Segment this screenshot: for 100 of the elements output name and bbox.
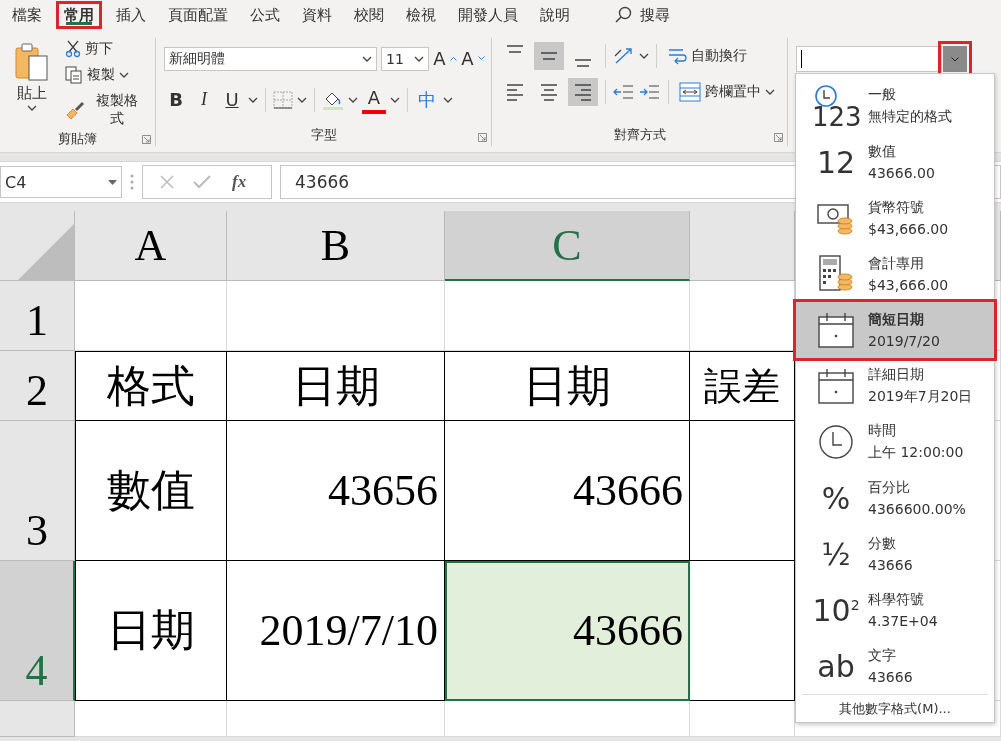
caret-icon: [362, 55, 372, 62]
group-label: 字型: [310, 126, 337, 144]
underline-button[interactable]: U: [220, 87, 244, 112]
bottom-align-icon: [574, 59, 592, 67]
orientation-icon[interactable]: [613, 46, 635, 66]
phonetic-guide-button[interactable]: 中: [415, 85, 439, 114]
caret-down-icon: [108, 179, 117, 185]
column-header[interactable]: B: [227, 211, 445, 281]
ribbon-tab[interactable]: 頁面配置: [160, 1, 236, 29]
calendar-icon: [818, 368, 854, 404]
caret-icon: [765, 89, 775, 95]
caret-icon: [414, 55, 424, 62]
row-header[interactable]: 3: [0, 421, 75, 561]
format-painter-button[interactable]: 複製格式: [62, 90, 147, 130]
table-cell: 格式: [75, 351, 227, 421]
align-button[interactable]: [534, 42, 564, 70]
dialog-launcher-icon[interactable]: [142, 135, 151, 144]
left-align-icon: [506, 83, 524, 101]
column-header[interactable]: C: [445, 211, 690, 281]
insert-function-button[interactable]: fx: [229, 170, 250, 194]
menu-item[interactable]: 詳細日期 2019年7月20日: [796, 358, 994, 414]
table-cell: 43666: [445, 561, 690, 701]
chevron-icon: [951, 56, 959, 62]
ribbon-tab[interactable]: 常用: [56, 1, 102, 29]
center-align-icon: [540, 83, 558, 101]
bold-button[interactable]: B: [164, 87, 188, 112]
calendar-icon: [818, 312, 854, 348]
calculator-coins-icon: [817, 255, 855, 293]
table-cell: 日期: [445, 351, 690, 421]
top-align-icon: [506, 45, 524, 53]
decrease-indent-icon[interactable]: [613, 83, 635, 101]
number-format-icon: 123: [812, 102, 862, 132]
caret-icon[interactable]: [639, 53, 649, 59]
merge-cells-icon: [679, 82, 701, 102]
ribbon-tab[interactable]: 資料: [294, 1, 340, 29]
number-format-icon: ½: [821, 536, 851, 572]
menu-item[interactable]: 簡短日期 2019/7/20: [796, 302, 994, 358]
caret-icon[interactable]: [390, 96, 400, 103]
clipboard-icon: [14, 42, 50, 82]
grow-font-button[interactable]: A: [433, 46, 457, 71]
row-header[interactable]: 1: [0, 281, 75, 351]
wrap-icon: [667, 47, 687, 65]
ribbon-tab[interactable]: 檔案: [4, 1, 50, 29]
search-label[interactable]: 搜尋: [640, 5, 670, 25]
row-header[interactable]: 2: [0, 351, 75, 421]
number-format-icon: ab: [817, 648, 855, 684]
menu-item[interactable]: 123 一般 無特定的格式: [796, 78, 994, 134]
more-formats-link[interactable]: 其他數字格式(M)...: [802, 694, 988, 722]
cut-button[interactable]: 剪下: [62, 38, 147, 60]
shrink-font-button[interactable]: A: [461, 46, 485, 71]
caret-icon[interactable]: [443, 96, 453, 103]
name-box[interactable]: C4: [0, 166, 122, 198]
menu-item[interactable]: 時間 上午 12:00:00: [796, 414, 994, 470]
number-format-field[interactable]: [796, 46, 942, 72]
clock-icon: [818, 424, 854, 460]
increase-indent-icon[interactable]: [639, 83, 661, 101]
caret-icon: [27, 105, 37, 111]
right-align-icon: [574, 83, 592, 101]
caret-up-icon: [449, 56, 457, 61]
menu-item[interactable]: % 百分比 4366600.00%: [796, 470, 994, 526]
caret-icon[interactable]: [348, 96, 358, 103]
font-size-field[interactable]: 11: [381, 46, 429, 71]
font-color-button[interactable]: A: [362, 85, 386, 114]
table-cell: 43656: [227, 421, 445, 561]
number-format-icon: %: [821, 480, 851, 516]
ribbon-tab[interactable]: 公式: [242, 1, 288, 29]
align-button[interactable]: [568, 78, 598, 106]
italic-button[interactable]: I: [192, 87, 216, 112]
ribbon-tab[interactable]: 插入: [108, 1, 154, 29]
copy-button[interactable]: 複製: [62, 64, 147, 86]
menu-item[interactable]: 10$^{2}$ 科學符號 4.37E+04: [796, 582, 994, 638]
table-cell: 日期: [75, 561, 227, 701]
check-icon[interactable]: [193, 175, 211, 189]
caret-icon: [119, 72, 129, 78]
middle-align-icon: [540, 52, 558, 60]
number-format-icon: 10$^{2}$: [812, 592, 860, 628]
ribbon-tab[interactable]: 開發人員: [450, 1, 526, 29]
caret-down-icon: [477, 56, 485, 61]
caret-icon[interactable]: [297, 96, 307, 103]
drag-handle-icon: [130, 174, 134, 190]
table-cell: 數值: [75, 421, 227, 561]
font-name-field[interactable]: 新細明體: [164, 46, 377, 71]
menu-item[interactable]: ½ 分數 43666: [796, 526, 994, 582]
column-header[interactable]: A: [75, 211, 227, 281]
merge-center-button[interactable]: 跨欄置中: [676, 80, 778, 104]
dialog-launcher-icon[interactable]: [774, 133, 783, 142]
ribbon-tab[interactable]: 說明: [532, 1, 578, 29]
paste-button[interactable]: 貼上: [8, 38, 56, 130]
ribbon-tab[interactable]: 檢視: [398, 1, 444, 29]
search-icon[interactable]: [614, 6, 632, 24]
wrap-text-button[interactable]: 自動換行: [664, 45, 750, 67]
dialog-launcher-icon[interactable]: [478, 133, 487, 142]
row-header[interactable]: 4: [0, 561, 75, 701]
group-label: 對齊方式: [613, 126, 666, 144]
copy-icon: [65, 66, 83, 84]
caret-icon[interactable]: [248, 96, 258, 103]
table-cell: 日期: [227, 351, 445, 421]
group-label: 剪貼簿: [58, 130, 97, 148]
ribbon-tab[interactable]: 校閱: [346, 1, 392, 29]
paintbrush-icon: [65, 101, 85, 119]
